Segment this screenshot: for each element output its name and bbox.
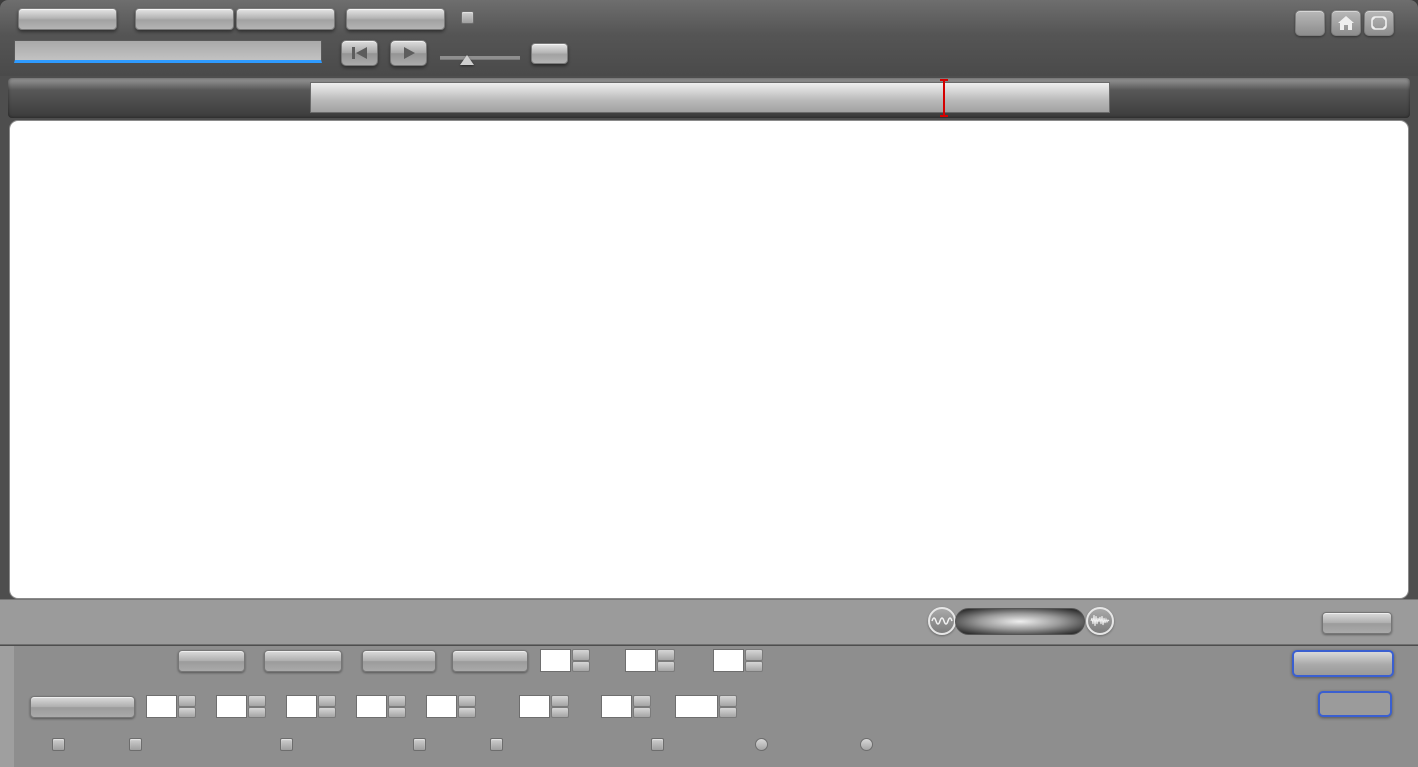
dynamics-checkbox[interactable] <box>651 738 664 751</box>
tempo-max-value[interactable] <box>356 695 387 718</box>
play-button[interactable] <box>390 40 427 66</box>
dynamics-alpha-value[interactable] <box>519 695 550 718</box>
tempo-worm-right-button[interactable] <box>1086 607 1114 635</box>
beat-points-checkbox[interactable] <box>413 738 426 751</box>
average-tempo-checkbox[interactable] <box>490 738 503 751</box>
app-window <box>0 0 1418 767</box>
bar-shift-stepper[interactable] <box>745 649 763 672</box>
tempo-worm-left-button[interactable] <box>928 607 956 635</box>
fullscreen-icon <box>1370 15 1388 31</box>
worm-radio[interactable] <box>860 738 873 751</box>
window-param-stepper[interactable] <box>719 695 737 718</box>
screenshot-button[interactable] <box>1322 612 1392 634</box>
follow-music-checkbox[interactable] <box>129 738 142 751</box>
control-panel <box>0 646 1418 767</box>
line-width-stepper[interactable] <box>458 695 476 718</box>
upload-music-button[interactable] <box>18 8 117 30</box>
pickup-beats-stepper[interactable] <box>657 649 675 672</box>
waveform-button[interactable] <box>135 8 234 30</box>
tempo-chart-panel <box>10 121 1408 598</box>
beat-mark-button[interactable] <box>346 8 445 30</box>
end-bar-value[interactable] <box>216 695 247 718</box>
status-bar <box>0 599 1418 645</box>
end-bar-stepper[interactable] <box>248 695 266 718</box>
beats-per-bar-stepper[interactable] <box>572 649 590 672</box>
start-bar-stepper[interactable] <box>178 695 196 718</box>
home-icon <box>1337 15 1355 31</box>
share-screenshot-button[interactable] <box>1292 650 1394 677</box>
curve-radio[interactable] <box>755 738 768 751</box>
home-button[interactable] <box>1331 10 1361 36</box>
load-button[interactable] <box>452 650 528 672</box>
no-click-checkbox[interactable] <box>52 738 65 751</box>
snap-button[interactable] <box>264 650 342 672</box>
worm-balance-slider[interactable] <box>955 608 1085 635</box>
tempo-chart[interactable] <box>10 121 1408 598</box>
window-param-value[interactable] <box>675 695 718 718</box>
tempo-max-stepper[interactable] <box>388 695 406 718</box>
tempo-dynamics-mode-button[interactable] <box>30 696 135 718</box>
waveform-graphic <box>311 83 1109 112</box>
save-button[interactable] <box>362 650 436 672</box>
delete-button[interactable] <box>178 650 245 672</box>
skip-to-start-button[interactable] <box>341 40 378 66</box>
dense-waveform-icon <box>1090 613 1110 629</box>
smooth-checkbox[interactable] <box>280 738 293 751</box>
spectrum-button[interactable] <box>236 8 335 30</box>
beats-per-bar-value[interactable] <box>540 649 571 672</box>
pickup-beats-value[interactable] <box>625 649 656 672</box>
dynamics-zoom-stepper[interactable] <box>633 695 651 718</box>
top-toolbar <box>0 0 1418 76</box>
start-bar-value[interactable] <box>146 695 177 718</box>
waveform-playhead[interactable] <box>943 79 945 117</box>
ioi-button[interactable] <box>1318 691 1392 717</box>
waveform-overview-panel <box>8 78 1410 118</box>
sine-wave-icon <box>931 614 953 628</box>
tempo-min-stepper[interactable] <box>318 695 336 718</box>
line-width-value[interactable] <box>426 695 457 718</box>
play-icon <box>401 46 417 60</box>
waveform-track[interactable] <box>310 82 1110 113</box>
dynamics-zoom-value[interactable] <box>601 695 632 718</box>
reset-button[interactable] <box>531 43 568 64</box>
page-turn-checkbox[interactable] <box>461 11 474 24</box>
speed-slider-thumb[interactable] <box>460 55 474 65</box>
track-name-input[interactable] <box>14 40 322 63</box>
speed-slider-track[interactable] <box>440 56 520 59</box>
dynamics-alpha-stepper[interactable] <box>551 695 569 718</box>
v2-version-button[interactable] <box>1295 10 1325 36</box>
skip-to-start-icon <box>350 46 370 60</box>
bar-shift-value[interactable] <box>713 649 744 672</box>
tempo-min-value[interactable] <box>286 695 317 718</box>
fullscreen-button[interactable] <box>1364 10 1394 36</box>
